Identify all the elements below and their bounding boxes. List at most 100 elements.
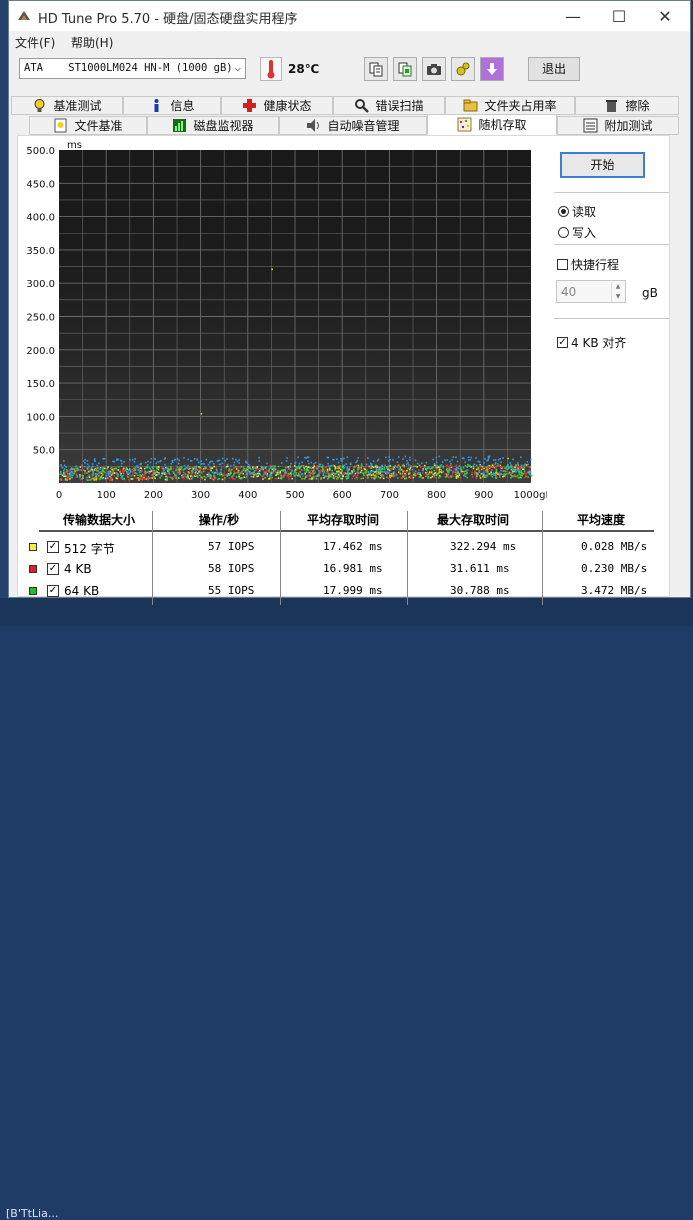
align-4kb-checkbox[interactable]: ✓ 4 KB 对齐 [557, 334, 626, 351]
scatter-point [80, 469, 82, 472]
scatter-point [72, 474, 74, 477]
scatter-point [276, 477, 278, 480]
scatter-point [152, 470, 154, 472]
scatter-point [405, 477, 408, 480]
write-radio[interactable]: 写入 [558, 224, 596, 241]
series-checkbox[interactable]: ✓ [47, 541, 59, 553]
scatter-point [183, 464, 186, 467]
series-checkbox[interactable]: ✓ [47, 563, 59, 575]
scatter-point [117, 466, 120, 468]
tab-folder-usage[interactable]: 文件夹占用率 [445, 96, 575, 115]
tab-random-access[interactable]: 随机存取 [427, 114, 557, 135]
scatter-point [487, 458, 490, 460]
copy-info-button[interactable] [393, 57, 417, 81]
spin-up-icon[interactable]: ▲ [611, 282, 624, 292]
scatter-point [233, 467, 235, 469]
scatter-point [202, 470, 205, 473]
scatter-point [72, 468, 74, 470]
scatter-point [313, 463, 315, 465]
scatter-point [182, 476, 184, 478]
scatter-point [335, 478, 338, 480]
series-checkbox[interactable]: ✓ [47, 585, 59, 597]
taskbar-item[interactable]: [B'TtLia... [6, 1207, 58, 1220]
thermometer-icon [267, 60, 275, 79]
options-button[interactable] [451, 57, 475, 81]
scatter-point [294, 474, 297, 476]
scatter-point [97, 475, 100, 477]
scatter-point [406, 469, 408, 472]
tab-file-benchmark[interactable]: 文件基准 [29, 116, 147, 135]
scatter-point [330, 465, 333, 467]
short-stroke-stepper[interactable]: 40 ▲ ▼ [556, 280, 626, 303]
scatter-point [154, 477, 156, 480]
scatter-point [232, 457, 234, 460]
scatter-point [303, 469, 306, 471]
scatter-point [154, 457, 156, 460]
minimize-icon: — [565, 6, 581, 26]
scatter-point [528, 469, 531, 472]
scatter-point [312, 473, 315, 475]
scatter-point [454, 469, 457, 471]
tab-erase[interactable]: 擦除 [575, 96, 679, 115]
scatter-point [94, 469, 97, 471]
start-button[interactable]: 开始 [560, 152, 645, 178]
short-stroke-unit: gB [642, 286, 658, 300]
scatter-point [389, 468, 392, 470]
scatter-point [393, 475, 395, 478]
scatter-point [320, 469, 322, 471]
copy-text-button[interactable] [364, 57, 388, 81]
scatter-point [457, 470, 459, 473]
maximize-icon: ☐ [611, 6, 627, 26]
menu-file[interactable]: 文件(F) [15, 34, 55, 51]
scatter-point [305, 475, 308, 477]
short-stroke-checkbox[interactable]: 快捷行程 [557, 256, 619, 273]
temperature-button[interactable] [260, 57, 282, 81]
tab-health[interactable]: 健康状态 [221, 96, 333, 115]
scatter-point [341, 477, 344, 480]
close-button[interactable]: ✕ [642, 1, 688, 31]
close-icon: ✕ [658, 6, 672, 26]
save-button[interactable] [480, 57, 504, 81]
scatter-point [193, 469, 196, 471]
tab-aam[interactable]: 自动噪音管理 [279, 116, 427, 135]
scatter-point [449, 460, 451, 463]
scatter-point [427, 473, 430, 476]
scatter-point [133, 475, 136, 477]
scatter-point [328, 467, 331, 470]
scatter-point [466, 466, 468, 468]
exit-button[interactable]: 退出 [528, 57, 580, 81]
scatter-point [82, 466, 84, 469]
scatter-point [469, 459, 472, 461]
scatter-point [478, 470, 481, 472]
scatter-point [187, 468, 190, 470]
scatter-point [269, 476, 271, 478]
tab-info[interactable]: 信息 [123, 96, 221, 115]
tab-disk-monitor[interactable]: 磁盘监视器 [147, 116, 279, 135]
spin-down-icon[interactable]: ▼ [611, 292, 624, 302]
minimize-button[interactable]: — [550, 1, 596, 31]
scatter-point [183, 477, 185, 480]
scatter-point [178, 473, 181, 475]
read-radio[interactable]: 读取 [558, 203, 596, 220]
chart-icon [173, 119, 187, 132]
maximize-button[interactable]: ☐ [596, 1, 642, 31]
scatter-point [394, 467, 397, 470]
scatter-point [457, 476, 459, 479]
scatter-point [307, 460, 309, 462]
menu-help[interactable]: 帮助(H) [71, 34, 113, 51]
scatter-point [152, 472, 155, 475]
scatter-point [318, 465, 321, 468]
scatter-point [213, 472, 215, 475]
scatter-point [444, 476, 447, 478]
tab-error-scan[interactable]: 错误扫描 [333, 96, 445, 115]
drive-dropdown[interactable]: ATA ST1000LM024 HN-M (1000 gB) ⌵ [19, 58, 246, 79]
tab-benchmark[interactable]: 基准测试 [11, 96, 123, 115]
scatter-point [394, 465, 397, 468]
scatter-point [292, 473, 295, 475]
scatter-point [205, 467, 207, 469]
tab-extra-tests[interactable]: 附加测试 [557, 116, 679, 135]
scatter-point [236, 468, 239, 471]
screenshot-button[interactable] [422, 57, 446, 81]
scatter-point [69, 469, 71, 471]
scatter-point [110, 476, 112, 479]
